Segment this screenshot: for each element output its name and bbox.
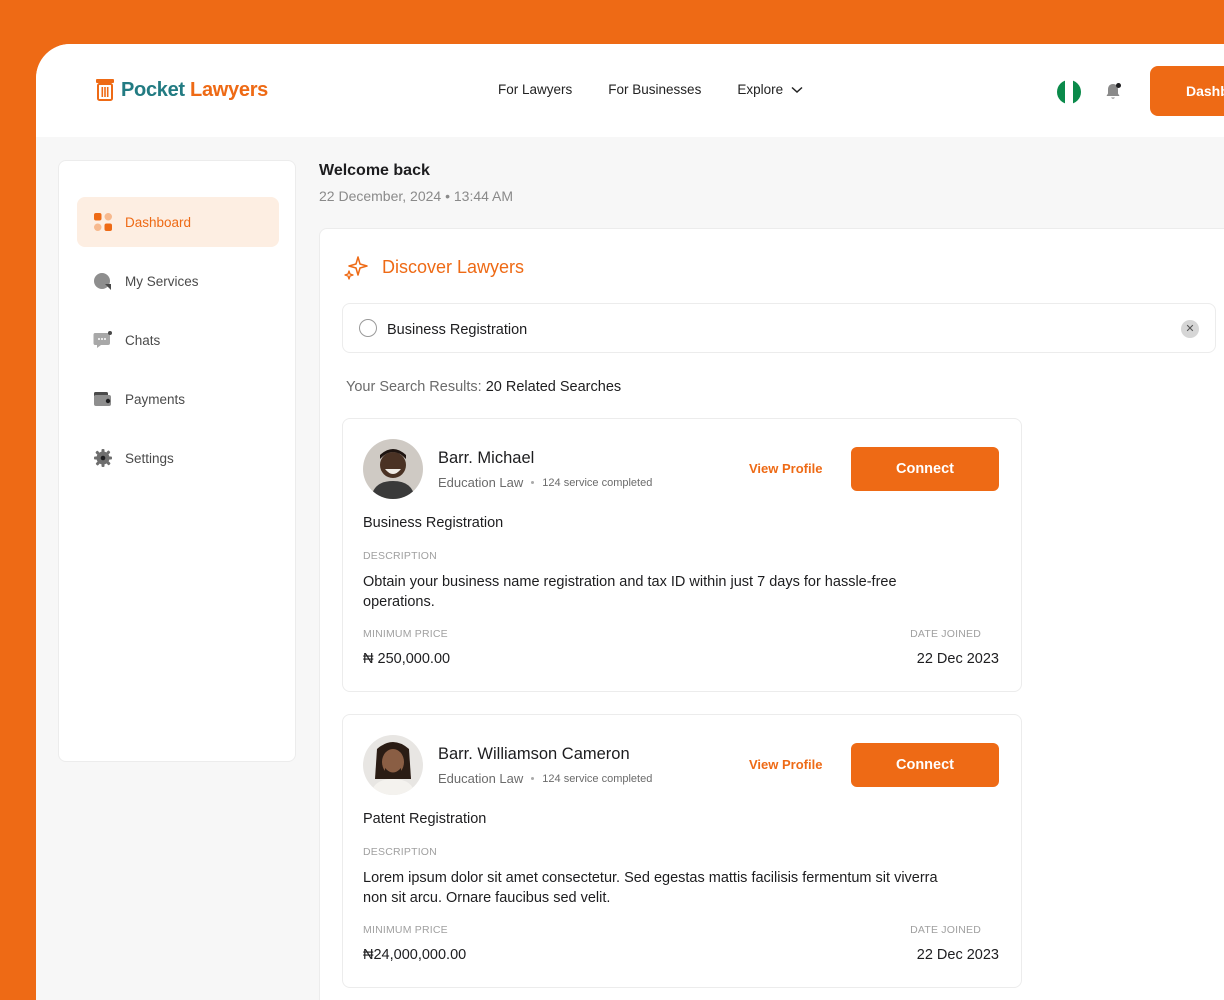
lawyer-card: Barr. Michael Education Law 124 service … <box>342 418 1022 692</box>
logo[interactable]: Pocket Lawyers <box>95 78 268 102</box>
nigeria-flag-icon[interactable] <box>1057 80 1081 104</box>
sidebar: Dashboard My Services Chats Payments Set… <box>58 160 296 762</box>
discover-title: Discover Lawyers <box>382 256 525 277</box>
avatar[interactable] <box>363 439 423 499</box>
service-description: Lorem ipsum dolor sit amet consectetur. … <box>363 870 938 906</box>
nav-explore[interactable]: Explore <box>737 82 803 97</box>
sidebar-item-dashboard[interactable]: Dashboard <box>77 197 279 247</box>
sidebar-item-settings[interactable]: Settings <box>77 433 279 483</box>
description-label: DESCRIPTION <box>363 846 437 858</box>
discover-header: Discover Lawyers <box>342 253 524 281</box>
welcome-heading: Welcome back <box>319 162 430 179</box>
nav-for-lawyers[interactable]: For Lawyers <box>498 82 572 97</box>
view-profile-link[interactable]: View Profile <box>749 461 822 476</box>
lawyer-photo <box>363 439 423 499</box>
bell-icon[interactable] <box>1102 81 1124 103</box>
services-completed: 124 service completed <box>542 772 653 785</box>
lawyer-card: Barr. Williamson Cameron Education Law 1… <box>342 714 1022 988</box>
lawyer-photo <box>363 735 423 795</box>
practice-area: Education Law <box>438 771 524 786</box>
app-window: Pocket Lawyers For Lawyers For Businesse… <box>36 44 1224 1000</box>
pie-chart-icon <box>94 273 111 290</box>
grid-icon <box>94 213 112 231</box>
services-completed: 124 service completed <box>542 476 653 489</box>
chat-icon <box>93 331 112 348</box>
service-title: Patent Registration <box>363 811 487 827</box>
main-nav: For Lawyers For Businesses Explore <box>498 82 803 97</box>
law-building-icon <box>96 79 114 101</box>
sidebar-item-my-services[interactable]: My Services <box>77 256 279 306</box>
lawyer-name: Barr. Michael <box>438 449 535 467</box>
min-price-value: ₦24,000,000.00 <box>363 947 467 963</box>
nav-for-businesses[interactable]: For Businesses <box>608 82 701 97</box>
avatar[interactable] <box>363 735 423 795</box>
connect-button[interactable]: Connect <box>851 447 999 491</box>
description-label: DESCRIPTION <box>363 550 437 562</box>
sparkle-icon <box>344 256 368 280</box>
date-joined-label: DATE JOINED <box>910 628 981 640</box>
search-input[interactable] <box>385 316 1149 344</box>
clear-search-button[interactable]: ✕ <box>1181 320 1199 338</box>
service-title: Business Registration <box>363 515 504 531</box>
discover-panel: Discover Lawyers ✕ Your Search Results: … <box>319 228 1224 1000</box>
search-results-summary: Your Search Results: 20 Related Searches <box>346 379 622 395</box>
sidebar-item-payments[interactable]: Payments <box>77 374 279 424</box>
dashboard-button[interactable]: Dashboard <box>1150 66 1224 116</box>
connect-button[interactable]: Connect <box>851 743 999 787</box>
view-profile-link[interactable]: View Profile <box>749 757 822 772</box>
top-header: Pocket Lawyers For Lawyers For Businesse… <box>36 44 1224 137</box>
search-icon <box>359 319 377 337</box>
logo-text-pocket: Pocket <box>121 78 185 101</box>
search-bar: ✕ <box>342 303 1216 353</box>
date-joined-value: 22 Dec 2023 <box>916 651 999 667</box>
chevron-down-icon <box>791 86 803 93</box>
lawyer-meta: Education Law 124 service completed <box>438 771 652 786</box>
min-price-label: MINIMUM PRICE <box>363 924 448 936</box>
gear-icon <box>94 449 112 467</box>
min-price-label: MINIMUM PRICE <box>363 628 448 640</box>
date-joined-label: DATE JOINED <box>910 924 981 936</box>
date-joined-value: 22 Dec 2023 <box>916 947 999 963</box>
lawyer-meta: Education Law 124 service completed <box>438 475 652 490</box>
practice-area: Education Law <box>438 475 524 490</box>
service-description: Obtain your business name registration a… <box>363 574 897 610</box>
results-count: 20 Related Searches <box>485 379 622 395</box>
min-price-value: ₦ 250,000.00 <box>363 651 451 667</box>
wallet-icon <box>94 392 111 406</box>
lawyer-name: Barr. Williamson Cameron <box>438 745 630 763</box>
sidebar-item-chats[interactable]: Chats <box>77 315 279 365</box>
current-datetime: 22 December, 2024 • 13:44 AM <box>319 188 514 204</box>
logo-text-lawyers: Lawyers <box>184 78 269 101</box>
